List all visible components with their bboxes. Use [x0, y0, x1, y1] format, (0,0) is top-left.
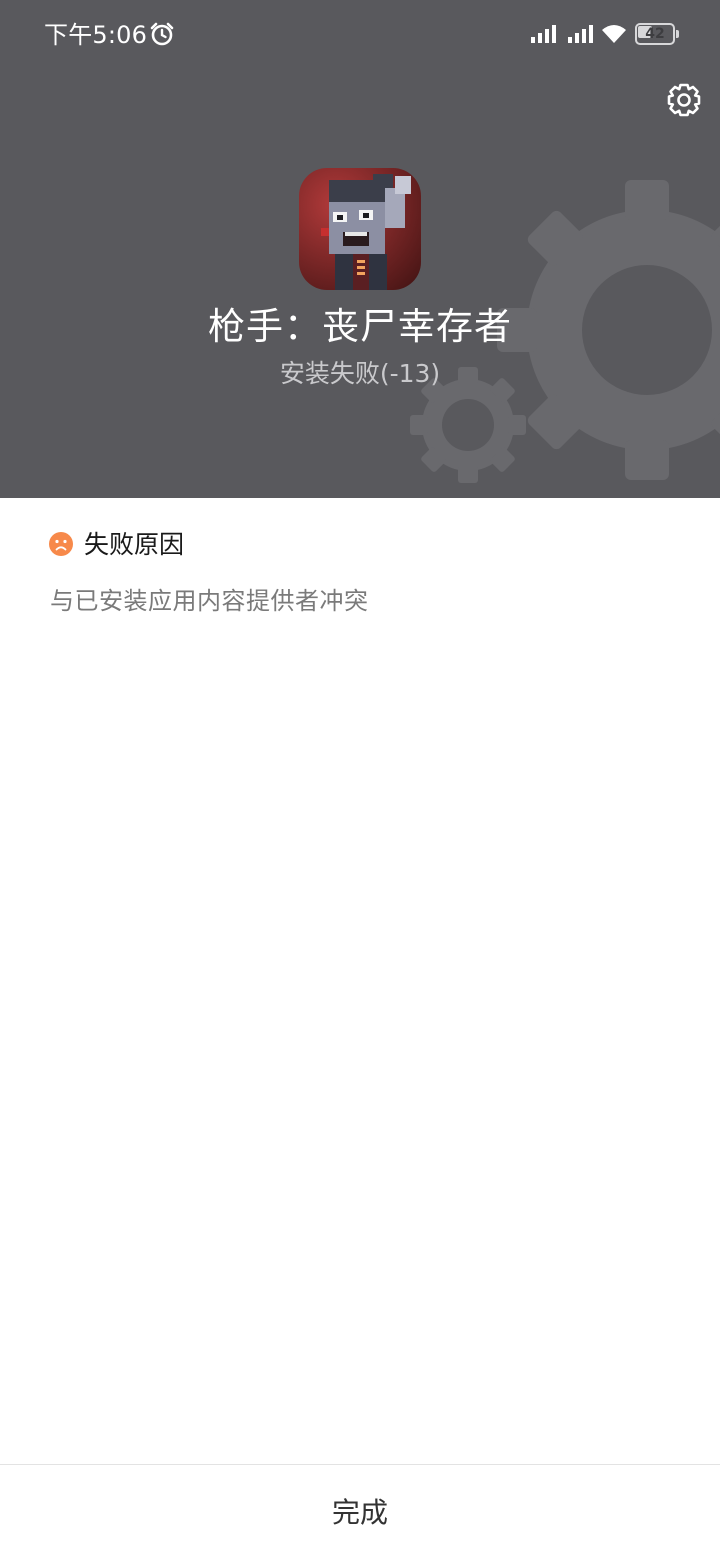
battery-level: 42: [645, 26, 665, 42]
sad-face-icon: [49, 532, 73, 556]
gear-icon[interactable]: [664, 80, 704, 120]
failure-reason-text: 与已安装应用内容提供者冲突: [50, 587, 369, 615]
cellular-signal-icon: [568, 25, 593, 43]
wifi-icon: [602, 25, 626, 43]
app-title: 枪手：丧尸幸存者: [208, 305, 512, 348]
footer: 完成: [0, 1464, 720, 1560]
alarm-icon: [150, 22, 174, 46]
failure-reason-section: 失败原因 与已安装应用内容提供者冲突: [0, 498, 720, 1464]
done-button[interactable]: 完成: [0, 1465, 720, 1560]
install-status: 安装失败(-13): [279, 359, 441, 388]
status-bar: 下午5:06 42: [0, 0, 720, 70]
cellular-signal-icon: [531, 25, 556, 43]
battery-icon: 42: [635, 23, 679, 45]
header: 下午5:06 42 枪手：丧尸幸存者 安装失败(-13): [0, 0, 720, 498]
failure-reason-heading: 失败原因: [84, 530, 185, 559]
app-icon: [299, 168, 421, 290]
status-time: 下午5:06: [44, 21, 148, 49]
